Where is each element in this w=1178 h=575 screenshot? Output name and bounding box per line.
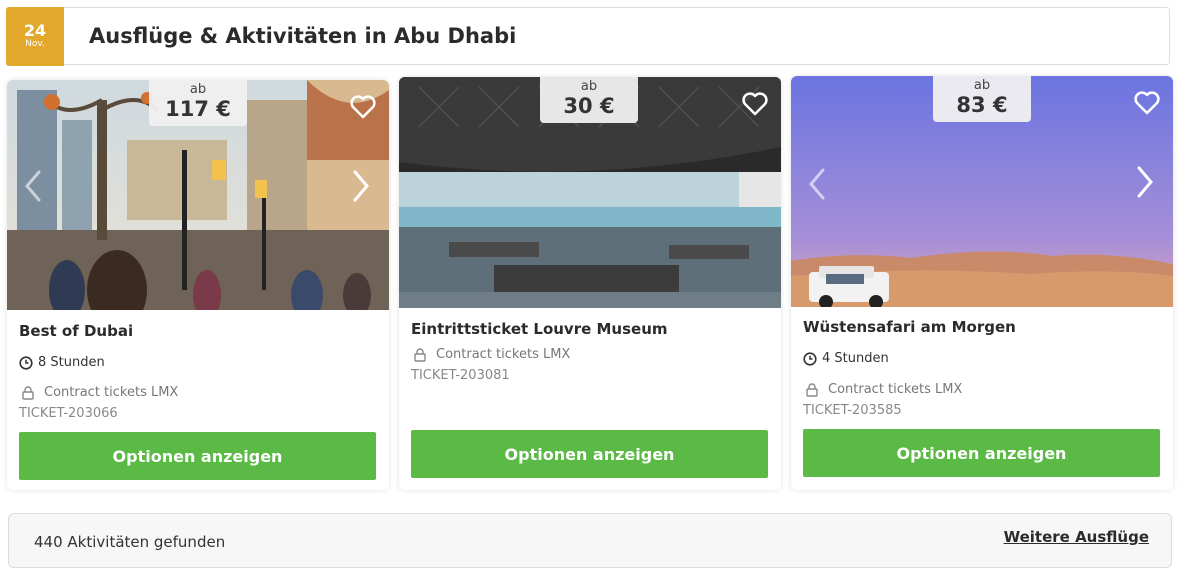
activity-card[interactable]: ab 117 € Best of Dubai 8 Stunden Contrac…	[7, 80, 389, 490]
heart-icon[interactable]	[1133, 90, 1161, 116]
price-tag: ab 30 €	[540, 77, 638, 123]
supplier-text: Contract tickets LMX	[436, 347, 571, 362]
duration-text: 4 Stunden	[822, 351, 889, 366]
ticket-id: TICKET-203066	[19, 406, 118, 421]
activity-card[interactable]: ab 83 € Wüstensafari am Morgen 4 Stunden…	[791, 76, 1173, 490]
price-prefix: ab	[973, 78, 991, 93]
price-value: 83 €	[956, 93, 1008, 117]
price-tag: ab 117 €	[149, 80, 247, 126]
heart-icon[interactable]	[741, 91, 769, 117]
chevron-left-icon[interactable]	[805, 166, 829, 202]
activity-title[interactable]: Wüstensafari am Morgen	[803, 318, 1016, 336]
ticket-id: TICKET-203585	[803, 403, 902, 418]
supplier-row: Contract tickets LMX	[803, 382, 962, 397]
date-day: 24	[23, 21, 47, 40]
supplier-text: Contract tickets LMX	[44, 385, 179, 400]
duration-text: 8 Stunden	[38, 355, 105, 370]
show-options-button[interactable]: Optionen anzeigen	[803, 429, 1160, 477]
clock-icon	[19, 355, 33, 370]
activity-image[interactable]: ab 83 €	[791, 76, 1173, 307]
price-prefix: ab	[189, 82, 207, 97]
duration-row: 4 Stunden	[803, 351, 889, 366]
activity-image[interactable]: ab 117 €	[7, 80, 389, 310]
ticket-id: TICKET-203081	[411, 368, 510, 383]
section-title: Ausflüge & Aktivitäten in Abu Dhabi	[89, 24, 517, 48]
date-badge: 24 Nov.	[6, 7, 64, 66]
supplier-row: Contract tickets LMX	[411, 347, 570, 362]
chevron-right-icon[interactable]	[1133, 164, 1157, 200]
activity-title[interactable]: Best of Dubai	[19, 322, 133, 340]
activity-card[interactable]: ab 30 € Eintrittsticket Louvre Museum Co…	[399, 77, 781, 490]
price-value: 117 €	[165, 97, 231, 121]
show-options-button[interactable]: Optionen anzeigen	[19, 432, 376, 480]
heart-icon[interactable]	[349, 94, 377, 120]
activity-title[interactable]: Eintrittsticket Louvre Museum	[411, 320, 668, 338]
supplier-row: Contract tickets LMX	[19, 385, 178, 400]
clock-icon	[803, 351, 817, 366]
chevron-right-icon[interactable]	[349, 168, 373, 204]
lock-icon	[806, 382, 818, 397]
section-header: 24 Nov. Ausflüge & Aktivitäten in Abu Dh…	[6, 7, 1170, 66]
duration-row: 8 Stunden	[19, 355, 105, 370]
more-excursions-link[interactable]: Weitere Ausflüge	[1004, 528, 1149, 546]
lock-icon	[22, 385, 34, 400]
activity-image[interactable]: ab 30 €	[399, 77, 781, 308]
price-tag: ab 83 €	[933, 76, 1031, 122]
results-count: 440 Aktivitäten gefunden	[34, 533, 226, 551]
chevron-left-icon[interactable]	[21, 168, 45, 204]
price-value: 30 €	[563, 94, 615, 118]
lock-icon	[414, 347, 426, 362]
supplier-text: Contract tickets LMX	[828, 382, 963, 397]
results-footer: 440 Aktivitäten gefunden Weitere Ausflüg…	[8, 513, 1172, 568]
price-prefix: ab	[580, 79, 598, 94]
date-month: Nov.	[25, 39, 45, 49]
show-options-button[interactable]: Optionen anzeigen	[411, 430, 768, 478]
